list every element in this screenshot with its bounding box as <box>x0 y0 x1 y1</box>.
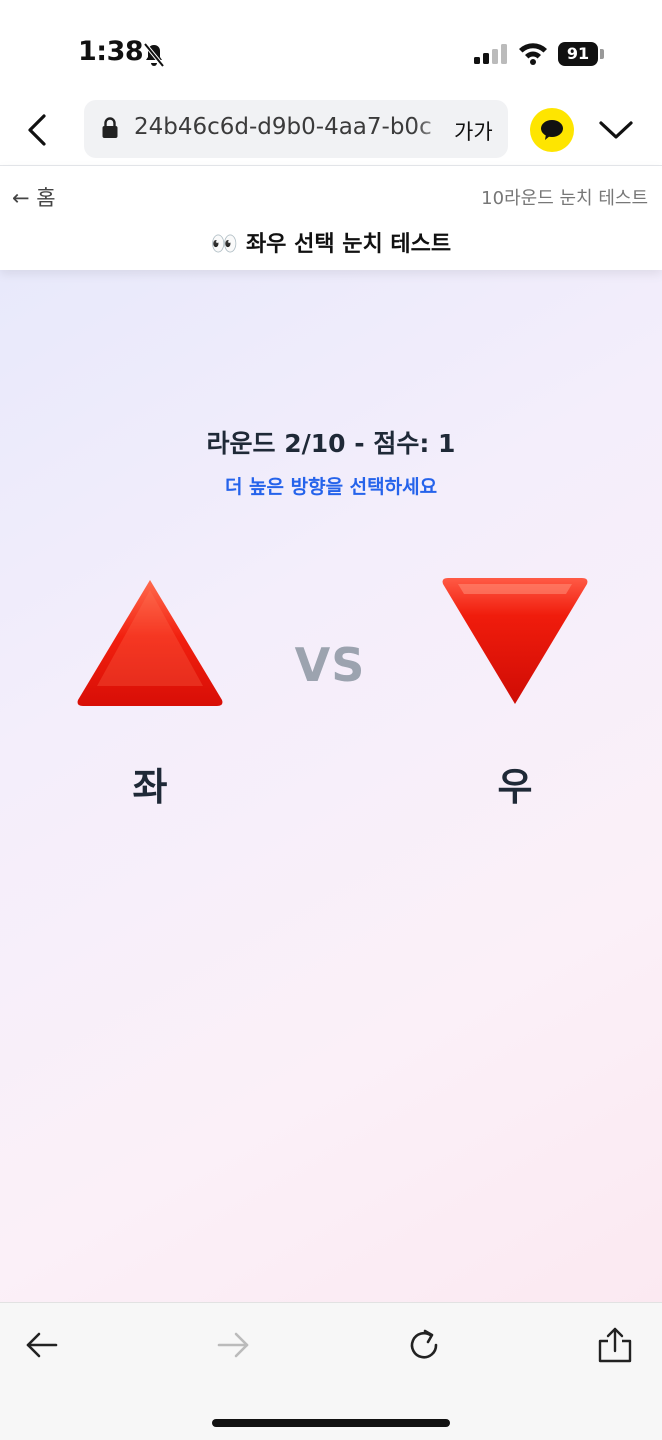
url-fade <box>414 100 454 158</box>
text-size-button[interactable]: 가가 <box>454 116 493 146</box>
battery-indicator: 91 <box>558 42 598 66</box>
left-choice-button[interactable]: 좌 <box>75 576 245 816</box>
browser-back-chevron-icon[interactable] <box>24 112 52 148</box>
header-subtitle: 10라운드 눈치 테스트 <box>481 188 648 209</box>
cellular-signal-icon <box>474 44 507 64</box>
browser-toolbar: 24b46c6d-d9b0-4aa7-b0c 가가 <box>0 100 662 166</box>
share-icon[interactable] <box>595 1325 635 1365</box>
page-header: ← 홈 10라운드 눈치 테스트 👀 좌우 선택 눈치 테스트 <box>0 166 662 270</box>
right-choice-label: 우 <box>497 765 533 809</box>
browser-bottom-bar <box>0 1302 662 1440</box>
home-link[interactable]: ← 홈 <box>12 182 56 212</box>
down-triangle-icon <box>442 578 588 704</box>
bell-muted-icon <box>143 42 165 68</box>
reload-icon[interactable] <box>404 1325 444 1365</box>
nav-back-arrow-icon[interactable] <box>22 1325 62 1365</box>
status-time: 1:38 <box>78 36 144 67</box>
left-choice-label: 좌 <box>132 765 168 809</box>
round-score-text: 라운드 2/10 - 점수: 1 <box>206 429 456 458</box>
wifi-icon <box>519 43 547 65</box>
game-area: 라운드 2/10 - 점수: 1 더 높은 방향을 선택하세요 좌 VS 우 <box>0 270 662 1302</box>
address-bar[interactable]: 24b46c6d-d9b0-4aa7-b0c 가가 <box>84 100 508 158</box>
chevron-down-icon[interactable] <box>598 118 634 142</box>
battery-cap <box>600 49 604 59</box>
chat-bubble-icon <box>541 120 563 140</box>
nav-forward-arrow-icon[interactable] <box>213 1325 253 1365</box>
right-choice-button[interactable]: 우 <box>440 576 610 816</box>
up-triangle-icon <box>77 580 223 706</box>
kakao-talk-button[interactable] <box>530 108 574 152</box>
status-bar: 1:38 91 <box>0 0 662 100</box>
url-text: 24b46c6d-d9b0-4aa7-b0c <box>134 114 432 140</box>
vs-label: VS <box>294 638 366 692</box>
lock-icon <box>102 117 118 138</box>
instruction-text: 더 높은 방향을 선택하세요 <box>224 476 438 498</box>
page-title: 👀 좌우 선택 눈치 테스트 <box>210 232 452 257</box>
home-indicator <box>212 1419 450 1427</box>
